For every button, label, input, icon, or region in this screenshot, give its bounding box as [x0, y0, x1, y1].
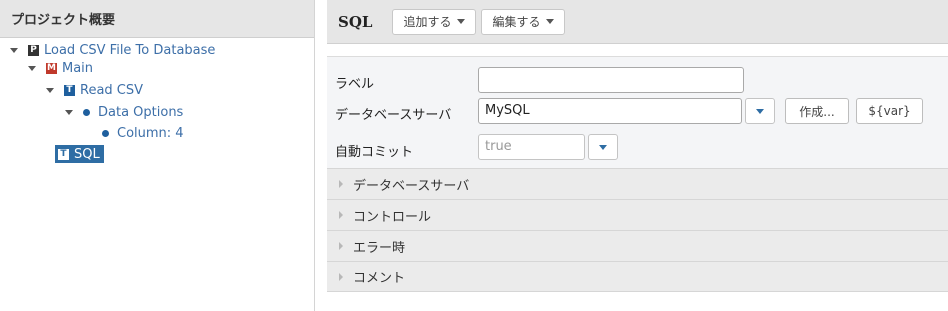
dbserver-dropdown-button[interactable] [745, 98, 775, 124]
tree-node-column[interactable]: Column: 4 [102, 125, 184, 142]
section-control[interactable]: コントロール [327, 199, 948, 230]
section-label: エラー時 [353, 240, 406, 256]
expand-toggle-icon[interactable] [10, 48, 18, 53]
section-label: コントロール [353, 209, 432, 225]
caret-down-icon [457, 19, 466, 24]
autocommit-select[interactable]: true [478, 134, 585, 160]
label-field-label: ラベル [335, 77, 375, 92]
caret-down-icon [599, 144, 607, 150]
caret-down-icon [546, 19, 555, 24]
tree-node-label: Read CSV [80, 83, 144, 98]
var-button[interactable]: ${var} [856, 98, 923, 124]
tree-node-label: Load CSV File To Database [44, 43, 216, 58]
properties-toolbar: SQL 追加する 編集する [327, 0, 948, 44]
chevron-right-icon [339, 211, 343, 219]
project-icon: P [28, 45, 39, 56]
chevron-right-icon [339, 242, 343, 250]
tree-node-label: Column: 4 [117, 126, 184, 141]
tree-node-main[interactable]: M Main [28, 60, 93, 77]
panel-title: プロジェクト概要 [0, 0, 314, 38]
expand-toggle-icon[interactable] [65, 110, 73, 115]
bullet-icon [102, 130, 109, 137]
task-icon: T [58, 148, 69, 160]
section-label: データベースサーバ [353, 178, 470, 194]
tree-node-label: Main [62, 61, 94, 76]
section-label: コメント [353, 271, 406, 286]
create-button[interactable]: 作成... [785, 98, 849, 124]
dbserver-field-label: データベースサーバ [335, 108, 452, 123]
task-icon: T [64, 85, 75, 96]
tree-node-project[interactable]: P Load CSV File To Database [10, 42, 215, 59]
expand-toggle-icon[interactable] [28, 66, 36, 71]
label-input[interactable] [478, 67, 744, 93]
autocommit-dropdown-button[interactable] [588, 134, 618, 160]
dbserver-select[interactable]: MySQL [478, 98, 742, 124]
edit-menu-button[interactable]: 編集する [481, 8, 566, 35]
tree-node-read-csv[interactable]: T Read CSV [46, 82, 143, 99]
caret-down-icon [756, 108, 764, 114]
section-database-server[interactable]: データベースサーバ [327, 168, 948, 199]
tree-node-label: Data Options [98, 105, 184, 120]
tree-node-label: SQL [74, 146, 100, 162]
main-job-icon: M [46, 63, 57, 74]
tree-node-data-options[interactable]: Data Options [65, 104, 183, 121]
add-menu-label: 追加する [403, 15, 452, 29]
chevron-right-icon [339, 272, 343, 281]
bullet-icon [83, 109, 90, 116]
project-outline-panel: プロジェクト概要 P Load CSV File To Database M M… [0, 0, 315, 311]
section-on-error[interactable]: エラー時 [327, 230, 948, 261]
expand-toggle-icon[interactable] [46, 88, 54, 93]
tree-node-sql[interactable]: T SQL [55, 145, 104, 163]
properties-form: ラベル データベースサーバ MySQL 作成... ${var} 自動コミット … [327, 56, 948, 168]
chevron-right-icon [339, 180, 343, 188]
edit-menu-label: 編集する [492, 15, 541, 29]
component-title: SQL [338, 12, 373, 31]
section-comment[interactable]: コメント [327, 261, 948, 292]
add-menu-button[interactable]: 追加する [392, 8, 477, 35]
autocommit-field-label: 自動コミット [335, 145, 414, 160]
properties-panel: SQL 追加する 編集する ラベル データベースサーバ MySQL 作成... … [327, 0, 948, 311]
